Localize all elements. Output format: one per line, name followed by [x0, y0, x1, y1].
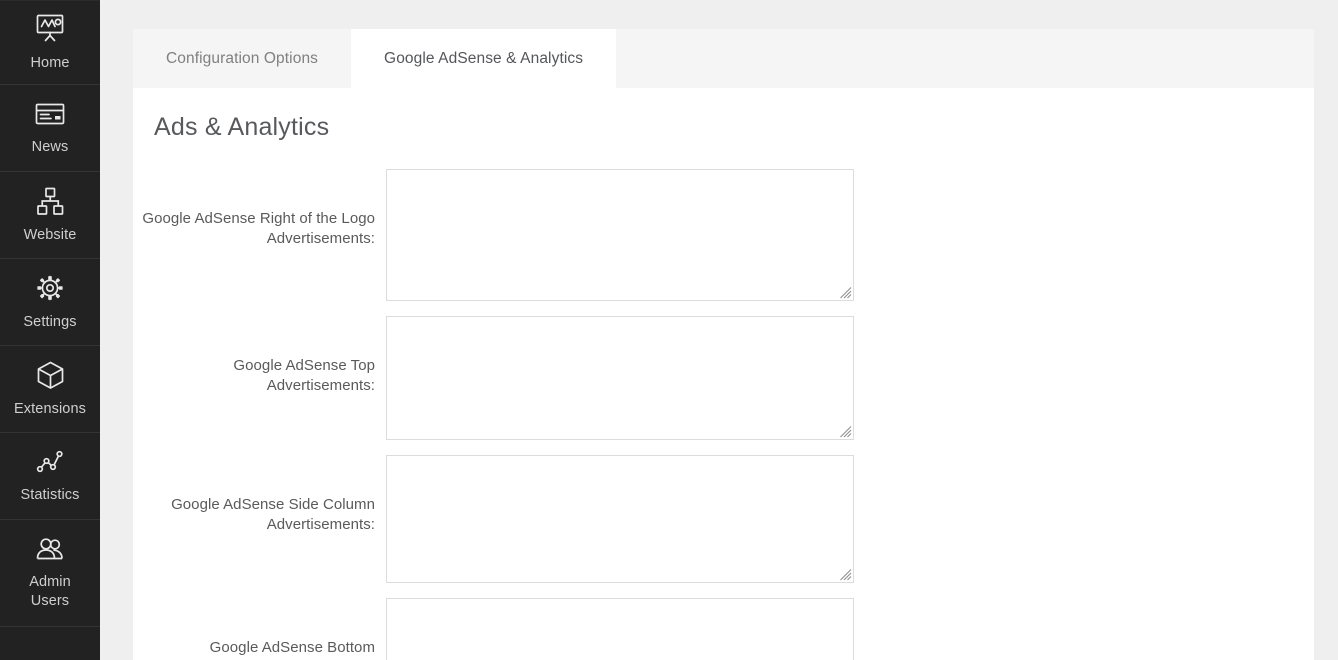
field-label: Google AdSense Side Column Advertisement… — [133, 455, 386, 535]
sidebar-item-label: Settings — [23, 313, 76, 332]
sidebar-item-label: Extensions — [14, 400, 86, 419]
form-row-adsense-bottom: Google AdSense Bottom Advertisements: — [133, 598, 1314, 660]
users-icon — [32, 535, 68, 564]
field-label: Google AdSense Right of the Logo Adverti… — [133, 169, 386, 249]
sidebar-item-admin-users[interactable]: Admin Users — [0, 520, 100, 627]
textarea-wrapper — [386, 598, 854, 660]
adsense-side-column-textarea[interactable] — [386, 455, 854, 583]
presentation-board-icon — [32, 13, 68, 45]
tab-google-adsense-analytics[interactable]: Google AdSense & Analytics — [351, 29, 616, 88]
tab-configuration-options[interactable]: Configuration Options — [133, 29, 351, 88]
adsense-right-of-logo-textarea[interactable] — [386, 169, 854, 301]
adsense-top-textarea[interactable] — [386, 316, 854, 440]
adsense-bottom-textarea[interactable] — [386, 598, 854, 660]
page-title: Ads & Analytics — [154, 113, 329, 142]
line-chart-icon — [33, 447, 67, 477]
sidebar-item-website[interactable]: Website — [0, 172, 100, 259]
sidebar-item-label: Statistics — [20, 486, 79, 505]
sidebar-item-label: Home — [30, 54, 69, 73]
news-card-icon — [32, 99, 68, 129]
sidebar-item-settings[interactable]: Settings — [0, 259, 100, 346]
field-label: Google AdSense Top Advertisements: — [133, 316, 386, 396]
sidebar-item-extensions[interactable]: Extensions — [0, 346, 100, 433]
sidebar-item-news[interactable]: News — [0, 85, 100, 172]
form-row-adsense-side-column: Google AdSense Side Column Advertisement… — [133, 455, 1314, 583]
application-window: Home News — [0, 0, 1338, 660]
textarea-wrapper — [386, 169, 854, 301]
sidebar-item-label: News — [32, 138, 69, 157]
content-panel: Configuration Options Google AdSense & A… — [133, 29, 1314, 660]
sidebar-item-label: Website — [24, 226, 77, 245]
ads-analytics-form: Ads & Analytics Google AdSense Right of … — [133, 88, 1314, 660]
form-row-adsense-right-of-logo: Google AdSense Right of the Logo Adverti… — [133, 169, 1314, 301]
form-row-adsense-top: Google AdSense Top Advertisements: — [133, 316, 1314, 440]
form-rows: Google AdSense Right of the Logo Adverti… — [133, 169, 1314, 660]
sitemap-icon — [33, 186, 67, 217]
field-label: Google AdSense Bottom Advertisements: — [133, 598, 386, 660]
tab-bar: Configuration Options Google AdSense & A… — [133, 29, 1314, 88]
sidebar-item-label: Admin Users — [29, 573, 71, 611]
gear-icon — [33, 272, 67, 304]
sidebar-item-home[interactable]: Home — [0, 0, 100, 85]
main-sidebar: Home News — [0, 0, 100, 660]
textarea-wrapper — [386, 316, 854, 440]
cube-icon — [34, 359, 67, 391]
sidebar-item-statistics[interactable]: Statistics — [0, 433, 100, 520]
textarea-wrapper — [386, 455, 854, 583]
